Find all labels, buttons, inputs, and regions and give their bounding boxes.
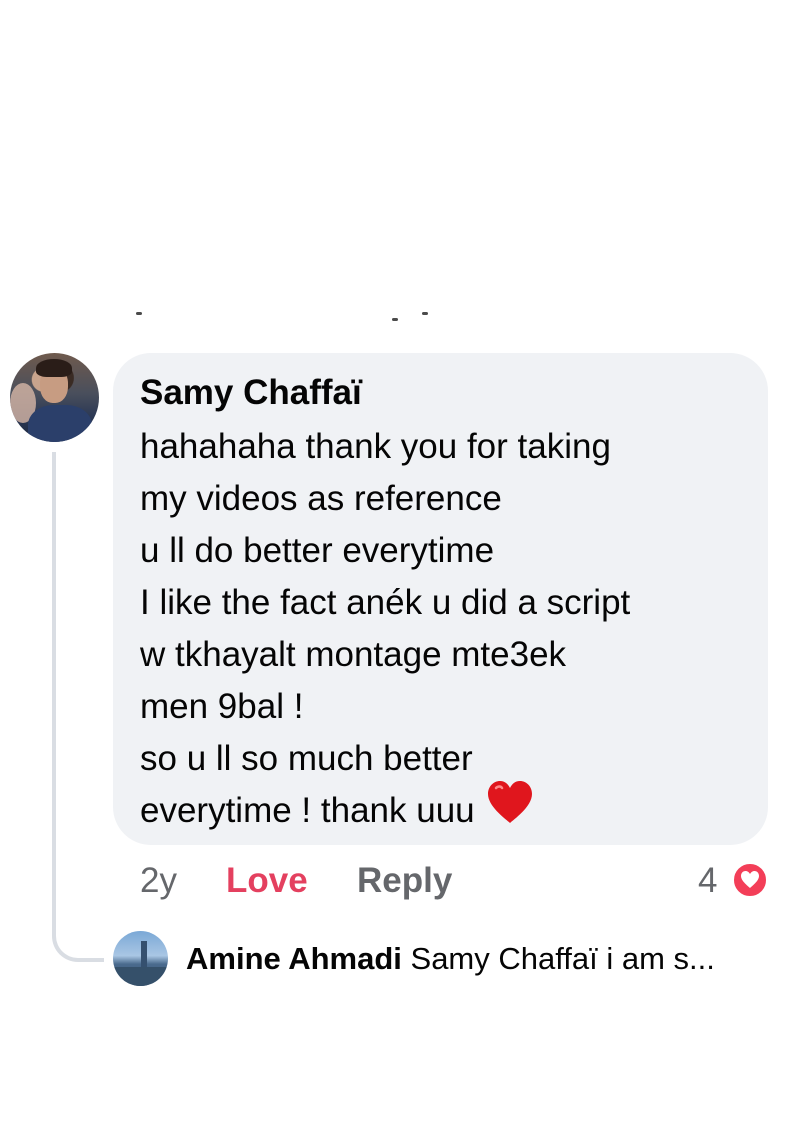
reply-avatar[interactable] <box>113 931 168 986</box>
comment-text: hahahaha thank you for taking my videos … <box>140 421 750 840</box>
reaction-count[interactable]: 4 <box>698 857 717 905</box>
comment-line: so u ll so much better <box>140 739 473 778</box>
comment-line: men 9bal ! <box>140 687 304 726</box>
comment-line: w tkhayalt montage mte3ek <box>140 635 567 674</box>
reply-author: Amine Ahmadi <box>186 941 402 976</box>
reply-preview[interactable]: Amine Ahmadi Samy Chaffaï i am s... <box>186 937 715 981</box>
comment-line: u ll do better everytime <box>140 531 495 570</box>
comment-timestamp[interactable]: 2y <box>140 857 177 905</box>
avatar[interactable] <box>10 353 99 442</box>
comment-line: hahahaha thank you for taking <box>140 427 611 466</box>
comment-author[interactable]: Samy Chaffaï <box>140 373 362 413</box>
love-reaction-icon[interactable] <box>731 861 769 899</box>
comment-last-line: everytime ! thank uuu <box>140 781 750 840</box>
thread-connector-line <box>52 452 104 962</box>
comment-line: my videos as reference <box>140 479 502 518</box>
heart-emoji <box>485 779 535 840</box>
reply-snippet: Samy Chaffaï i am s... <box>410 941 715 976</box>
reply-button[interactable]: Reply <box>357 857 452 905</box>
comment-line: I like the fact anék u did a script <box>140 583 631 622</box>
cut-off-text-remnant <box>130 312 450 326</box>
love-button[interactable]: Love <box>226 857 308 905</box>
